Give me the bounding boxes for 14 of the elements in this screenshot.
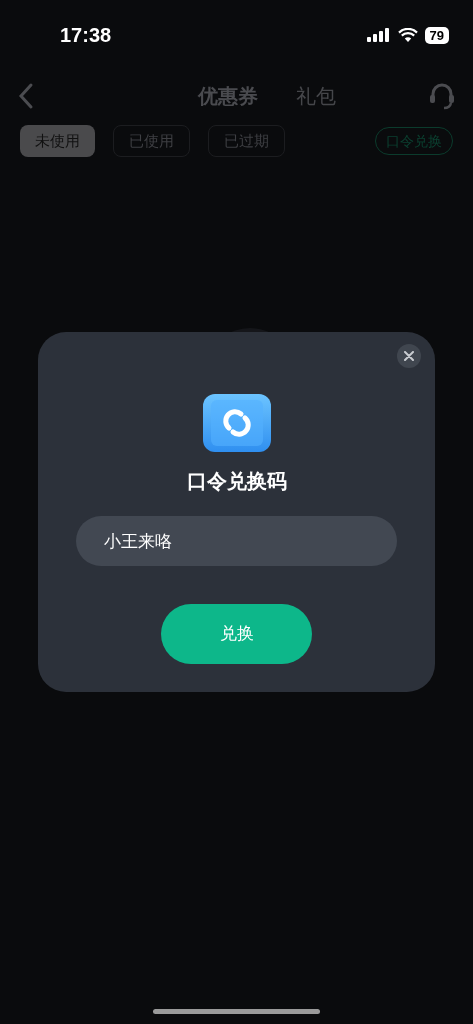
wifi-icon	[397, 27, 418, 43]
redeem-button[interactable]: 兑换	[161, 604, 312, 664]
headset-icon[interactable]	[427, 81, 457, 111]
tab[interactable]: 礼包	[295, 81, 336, 111]
dialog-title: 口令兑换码	[186, 469, 287, 494]
code-input[interactable]: 小王来咯	[76, 516, 397, 566]
filter-chip[interactable]: 未使用	[20, 125, 95, 157]
ticket-refresh-icon	[202, 394, 271, 452]
tab[interactable]: 优惠券	[197, 81, 258, 111]
close-button[interactable]	[397, 344, 421, 368]
signal-icon	[366, 27, 391, 43]
close-icon	[404, 351, 414, 361]
status-time: 17:38	[60, 23, 112, 48]
battery-level: 79	[424, 26, 449, 44]
